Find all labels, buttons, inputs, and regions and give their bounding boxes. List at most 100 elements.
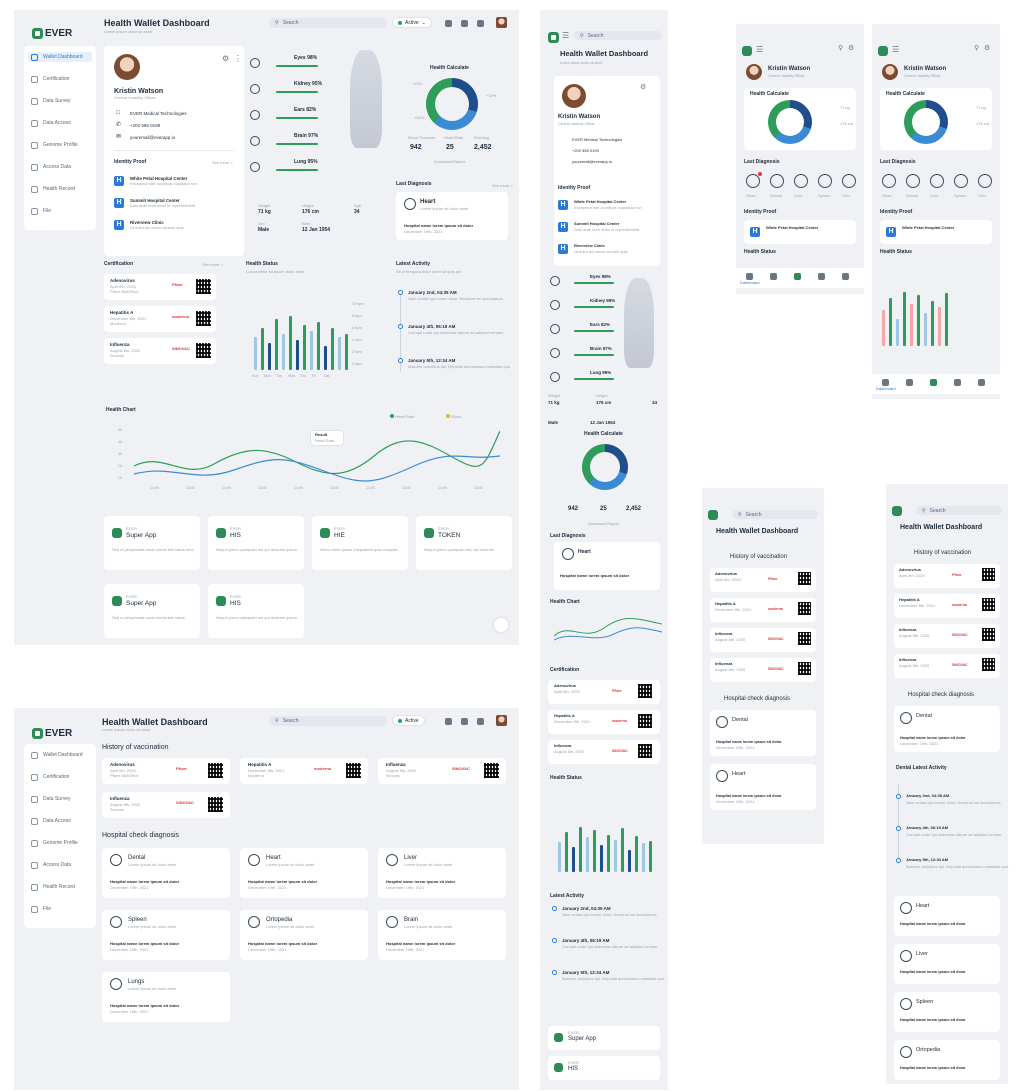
vaccination-card[interactable]: Influenza August 8th, 2020 SINOVAC [894,654,1000,678]
hospital-check-card[interactable]: Dental Hospital name lorem ipsum sit dolo… [710,710,816,756]
dental-icon[interactable] [770,174,784,188]
home-icon[interactable] [794,273,801,280]
dental-icon[interactable] [906,174,920,188]
qr-code-icon[interactable] [196,311,211,326]
vaccination-card[interactable]: Hepatitis A December 8th, 2021 Moderna mode… [240,758,368,784]
nav-dashboard-label[interactable]: Dashboard [740,280,760,286]
hospital-check-card[interactable]: Liver Hospital name lorem ipsum sit dolor [894,944,1000,984]
search-icon[interactable]: ⚲ [838,45,843,53]
vaccination-card[interactable]: Influenza August 8th, 2020 Sinovac SINOVAC [102,792,230,818]
status-dropdown[interactable]: Active ⌄ [392,17,432,28]
sidebar-item-certification[interactable]: Certification [28,74,92,84]
contact-icon[interactable] [818,273,825,280]
search-input[interactable]: ⚲ Search [916,506,1002,515]
qr-code-icon[interactable] [798,602,811,615]
floating-action-icon[interactable] [494,618,508,632]
qr-code-icon[interactable] [982,568,995,581]
vaccination-card[interactable]: Influenza August 8th, 2020 SINOVAC [710,628,816,652]
spleen-icon[interactable] [818,174,832,188]
settings-icon[interactable] [842,273,849,280]
qr-code-icon[interactable] [638,684,652,698]
gear-icon[interactable]: ⚙ [984,45,990,53]
spleen-icon[interactable] [954,174,968,188]
hospital-check-card[interactable]: Heart Hospital name lorem ipsum sit dolor [894,896,1000,936]
identity-card[interactable]: H White Petal Hospital Center [744,220,856,244]
hospital-check-card-ortopedia[interactable]: Ortopedia Lorem ipsum sit dolor amet Hospi… [240,910,368,960]
list-icon[interactable] [906,379,913,386]
app-tile-hie[interactable]: EVER HIE Nemo enim ipsam voluptatem quia v… [312,516,408,570]
sidebar-item-file[interactable]: File [28,206,92,216]
qr-code-icon[interactable] [982,658,995,671]
heart-icon[interactable] [746,174,760,188]
qr-code-icon[interactable] [208,797,223,812]
qr-code-icon[interactable] [798,662,811,675]
certification-card[interactable]: Hepatitis A December 8th, 2021 moderna [548,710,660,734]
orto-icon[interactable] [842,174,856,188]
sidebar-item-genome-profile[interactable]: Genome Profile [28,140,92,150]
diagnosis-see-more[interactable]: See more > [492,183,513,189]
vaccination-card[interactable]: Influenza August 8th, 2020 SINOVAC [710,658,816,682]
app-tile-super-app[interactable]: EVER Super App Sed ut perspiciatis unde om… [104,584,200,638]
sidebar-item-genome-profile[interactable]: Genome Profile [28,838,92,848]
dashboard-icon[interactable] [746,273,753,280]
vaccination-card[interactable]: Influenza August 8th, 2020 SINOVAC [894,624,1000,648]
diagnosis-card[interactable]: Heart Lorem ipsum sit dolor amet Hospita… [396,192,508,240]
ever-logo-icon[interactable] [892,506,902,516]
more-icon[interactable]: ⋮ [234,54,242,63]
liver-icon[interactable] [794,174,808,188]
gear-icon[interactable]: ⚙ [848,45,854,53]
download-report-link[interactable]: Download Report [588,521,619,527]
menu-icon[interactable]: ☰ [892,45,899,54]
search-icon[interactable]: ⚲ [974,45,979,53]
identity-see-more[interactable]: See more > [212,160,233,166]
sidebar-item-wallet-dashboard[interactable]: Wallet Dashboard [28,52,92,62]
identity-card[interactable]: H White Petal Hospital Center [880,220,992,244]
qr-code-icon[interactable] [196,343,211,358]
hospital-check-card-liver[interactable]: Liver Lorem ipsum sit dolor amet Hospital … [378,848,506,898]
sidebar-item-access-data[interactable]: Access Data [28,162,92,172]
qr-code-icon[interactable] [196,279,211,294]
hospital-check-card[interactable]: Ortopedia Hospital name lorem ipsum sit d… [894,1040,1000,1080]
sidebar-item-file[interactable]: File [28,904,92,914]
qr-code-icon[interactable] [982,628,995,641]
list-icon[interactable] [770,273,777,280]
search-input[interactable]: ⚲ Search [269,716,387,726]
app-tile-his[interactable]: EVER HIS Neque porro quisquam est qui dolo… [208,584,304,638]
hospital-check-card[interactable]: Heart Hospital name lorem ipsum sit dolor… [710,764,816,810]
logo[interactable] [548,32,559,43]
app-tile-his[interactable]: EVER HIS Neque porro quisquam est qui dolo… [208,516,304,570]
download-report-link[interactable]: Download Report [434,159,465,165]
sidebar-item-certification[interactable]: Certification [28,772,92,782]
hospital-check-card-heart[interactable]: Heart Lorem ipsum sit dolor amet Hospital … [240,848,368,898]
hospital-check-card-dental[interactable]: Dental Lorem ipsum sit dolor amet Hospital… [102,848,230,898]
app-tile[interactable]: EVER HIS [548,1056,660,1080]
sidebar-item-data-access[interactable]: Data Access [28,816,92,826]
certification-card[interactable]: Influenza August 8th, 2020 Sinovac SINOVAC [104,338,216,364]
logo[interactable]: EVER [32,728,72,740]
avatar[interactable] [496,17,507,28]
qr-code-icon[interactable] [484,763,499,778]
orto-icon[interactable] [978,174,992,188]
identity-name[interactable]: Summit Hospital Center [574,221,619,227]
status-dropdown[interactable]: Active [392,715,425,726]
certification-card[interactable]: Hepatitis A December 8th, 2021 Moderna mode… [104,306,216,332]
hospital-check-card[interactable]: Dental Hospital name lorem ipsum sit dolo… [894,706,1000,752]
vaccination-card[interactable]: Adenovirus April 6th, 2020 Pfizer [894,564,1000,588]
sidebar-item-data-survey[interactable]: Data Survey [28,794,92,804]
vaccination-card[interactable]: Hepatitis A December 8th, 2021 moderna [710,598,816,622]
identity-name[interactable]: Riverview Clinic [574,243,605,249]
identity-name[interactable]: White Petal Hospital Center [574,199,626,205]
vaccination-card[interactable]: Hepatitis A December 8th, 2021 moderna [894,594,1000,618]
qr-code-icon[interactable] [638,714,652,728]
qr-code-icon[interactable] [346,763,361,778]
certification-card[interactable]: Adenovirus April 6th, 2020 Pfizer [548,680,660,704]
hospital-check-card-brain[interactable]: Brain Lorem ipsum sit dolor amet Hospital … [378,910,506,960]
nav-dashboard-label[interactable]: Dashboard [876,386,896,392]
search-input[interactable]: ⚲ Search [269,18,387,28]
app-tile-super-app[interactable]: EVER Super App Sed ut perspiciatis unde om… [104,516,200,570]
vaccination-card[interactable]: Adenovirus April 6th, 2020 Pfizer [710,568,816,592]
sidebar-item-data-survey[interactable]: Data Survey [28,96,92,106]
settings-icon[interactable] [978,379,985,386]
bell-icon[interactable] [445,20,452,27]
dashboard-icon[interactable] [882,379,889,386]
